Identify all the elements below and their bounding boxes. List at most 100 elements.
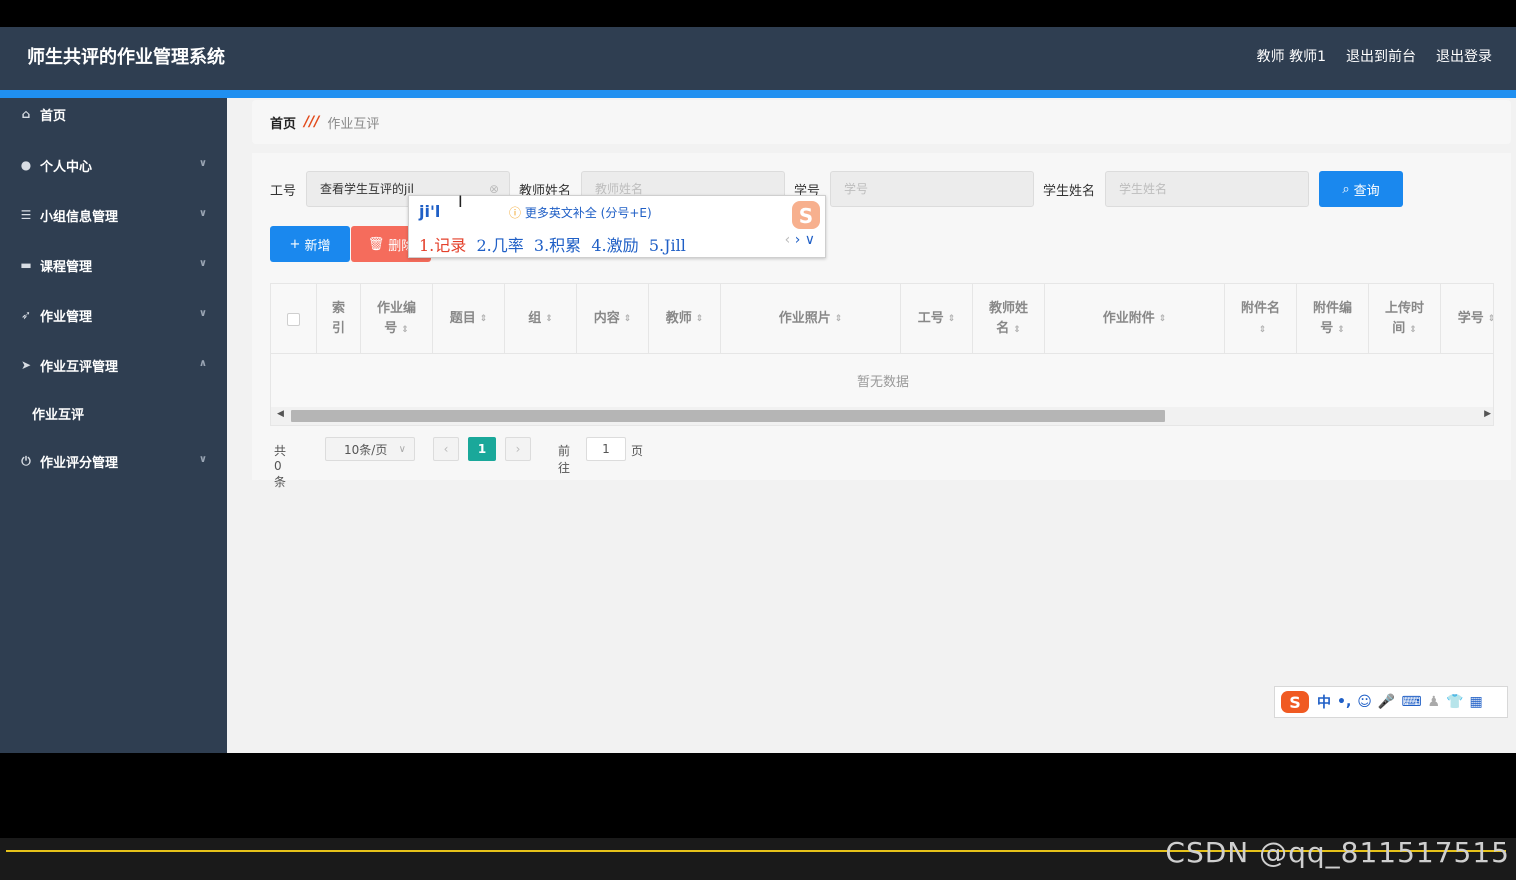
sort-icon[interactable]: ⇕ [480,309,488,329]
sort-icon[interactable]: ⇕ [1259,325,1267,335]
chevron-down-icon: ∨ [198,208,207,219]
col-header[interactable]: 学号⇕ [1441,284,1493,354]
scroll-left-icon[interactable]: ◀ [277,409,284,419]
horizontal-scrollbar[interactable]: ◀ ▶ [271,407,1493,425]
message-icon: ▬ [20,258,32,272]
ime-hint[interactable]: ⓘ 更多英文补全 (分号+E) [509,204,652,221]
skin-shirt-icon[interactable]: 👕 [1446,694,1463,710]
user-name[interactable]: 教师 教师1 [1257,46,1326,66]
ime-candidate[interactable]: 4.激励 [591,236,638,255]
ime-candidate[interactable]: 2.几率 [476,236,523,255]
sidebar-item-profile[interactable]: ● 个人中心 ∨ [0,140,227,190]
ime-nav: ‹ › ∨ [785,232,815,248]
chevron-left-icon[interactable]: ‹ [785,232,791,248]
punctuation-icon[interactable]: •, [1337,694,1351,710]
page-number-button[interactable]: 1 [468,437,496,461]
page-suffix: 页 [631,444,644,458]
col-header[interactable]: 作业附件 ⇕ [1045,284,1225,354]
ime-candidate[interactable]: 5.Jill [649,236,686,255]
col-header[interactable]: 题目 ⇕ [433,284,505,354]
goto-page-input[interactable]: 1 [586,437,626,461]
col-header[interactable]: 作业编号 ⇕ [361,284,433,354]
sort-icon[interactable]: ⇕ [1013,325,1021,335]
col-header[interactable]: 工号 ⇕ [901,284,973,354]
sidebar-item-label: 小组信息管理 [40,209,119,225]
col-header[interactable]: 教师姓名 ⇕ [973,284,1045,354]
gonghao-label: 工号 [270,184,297,199]
ime-lang-toggle[interactable]: 中 [1317,692,1331,712]
chevron-up-icon: ∧ [198,358,207,369]
logout-link[interactable]: 退出登录 [1436,46,1492,66]
emoji-icon[interactable]: ☺ [1357,694,1372,710]
col-header[interactable]: 组 ⇕ [505,284,577,354]
sidebar-item-grading[interactable]: ⏻ 作业评分管理 ∨ [0,436,227,486]
sidebar-item-home[interactable]: ⌂ 首页 [0,98,227,130]
empty-state: 暂无数据 [856,375,909,390]
text-cursor-icon: I [458,192,463,211]
sidebar-item-peer-review-mgmt[interactable]: ➤ 作业互评管理 ∧ [0,340,227,390]
sidebar-subitem-peer-review[interactable]: 作业互评 [0,390,227,436]
add-button[interactable]: + 新增 [270,226,350,262]
select-all-cell [271,284,317,354]
chevron-down-icon: ∨ [198,258,207,269]
top-bar: 师生共评的作业管理系统 教师 教师1 退出到前台 退出登录 [0,27,1516,90]
sort-icon[interactable]: ⇕ [1409,325,1417,335]
col-header[interactable]: 附件编号 ⇕ [1297,284,1369,354]
col-header[interactable]: 上传时间 ⇕ [1369,284,1441,354]
sogou-logo-icon[interactable]: S [1279,689,1311,715]
table-header: 索引 作业编号 ⇕ 题目 ⇕ 组 ⇕ 内容 ⇕ 教师 ⇕ 作业照片 ⇕ 工号 ⇕ 教师姓名 ⇕ … [271,284,1493,354]
goto-label: 前往 [558,444,571,475]
ime-candidate-popup: ji'l ⓘ 更多英文补全 (分号+E) S 1.记录 2.几率 3.积累 4.… [408,195,826,258]
user-avatar-icon[interactable]: ♟ [1428,694,1441,710]
sort-icon[interactable]: ⇕ [401,325,409,335]
col-header[interactable]: 作业照片 ⇕ [721,284,901,354]
col-header[interactable]: 教师 ⇕ [649,284,721,354]
sort-icon[interactable]: ⇕ [1488,309,1493,329]
breadcrumb-home[interactable]: 首页 [270,113,296,132]
page-size-select[interactable]: 10条/页 ∨ [325,437,415,461]
xuehao-input[interactable]: 学号 [830,171,1034,207]
sliders-icon: ☰ [20,208,32,222]
total-count: 共 0 条 [274,444,287,489]
info-icon: ⓘ [509,206,522,220]
next-page-button[interactable]: › [505,437,531,461]
chevron-down-icon[interactable]: ∨ [805,232,815,248]
sidebar-item-label: 作业互评管理 [40,359,119,375]
ime-candidate[interactable]: 1.记录 [419,236,466,255]
keyboard-icon[interactable]: ⌨ [1401,694,1421,710]
scrollbar-thumb[interactable] [291,410,1165,422]
select-all-checkbox[interactable] [287,312,300,326]
student-name-input[interactable]: 学生姓名 [1105,171,1309,207]
sidebar-item-groups[interactable]: ☰ 小组信息管理 ∨ [0,190,227,240]
sort-icon[interactable]: ⇕ [948,309,956,329]
sort-icon[interactable]: ⇕ [545,309,553,329]
col-header[interactable]: 附件名⇕ [1225,284,1297,354]
sort-icon[interactable]: ⇕ [624,309,632,329]
sort-icon[interactable]: ⇕ [835,309,843,329]
student-name-label: 学生姓名 [1043,184,1096,199]
back-to-front-link[interactable]: 退出到前台 [1346,46,1416,66]
ime-candidate[interactable]: 3.积累 [534,236,581,255]
data-table: 索引 作业编号 ⇕ 题目 ⇕ 组 ⇕ 内容 ⇕ 教师 ⇕ 作业照片 ⇕ 工号 ⇕ 教师姓名 ⇕ … [270,283,1494,426]
scroll-right-icon[interactable]: ▶ [1484,409,1491,419]
ime-composition: ji'l [419,202,441,221]
sort-icon[interactable]: ⇕ [1159,309,1167,329]
sort-icon[interactable]: ⇕ [696,309,704,329]
prev-page-button[interactable]: ‹ [433,437,459,461]
chevron-down-icon: ∨ [398,443,406,455]
sidebar-item-courses[interactable]: ▬ 课程管理 ∨ [0,240,227,290]
power-icon: ⏻ [21,453,31,468]
microphone-icon[interactable]: 🎤 [1378,694,1395,710]
sort-icon[interactable]: ⇕ [1337,325,1345,335]
breadcrumb-current: 作业互评 [327,116,380,132]
sidebar-item-label: 作业互评 [32,407,85,423]
send-icon: ➶ [20,308,32,322]
col-header: 索引 [317,284,361,354]
col-header[interactable]: 内容 ⇕ [577,284,649,354]
query-button[interactable]: ⌕ 查询 [1319,171,1403,207]
grid-menu-icon[interactable]: ▦ [1470,694,1483,710]
svg-text:S: S [799,204,813,228]
chevron-down-icon: ∨ [198,158,207,169]
sidebar-item-homework[interactable]: ➶ 作业管理 ∨ [0,290,227,340]
chevron-right-icon[interactable]: › [795,232,801,248]
